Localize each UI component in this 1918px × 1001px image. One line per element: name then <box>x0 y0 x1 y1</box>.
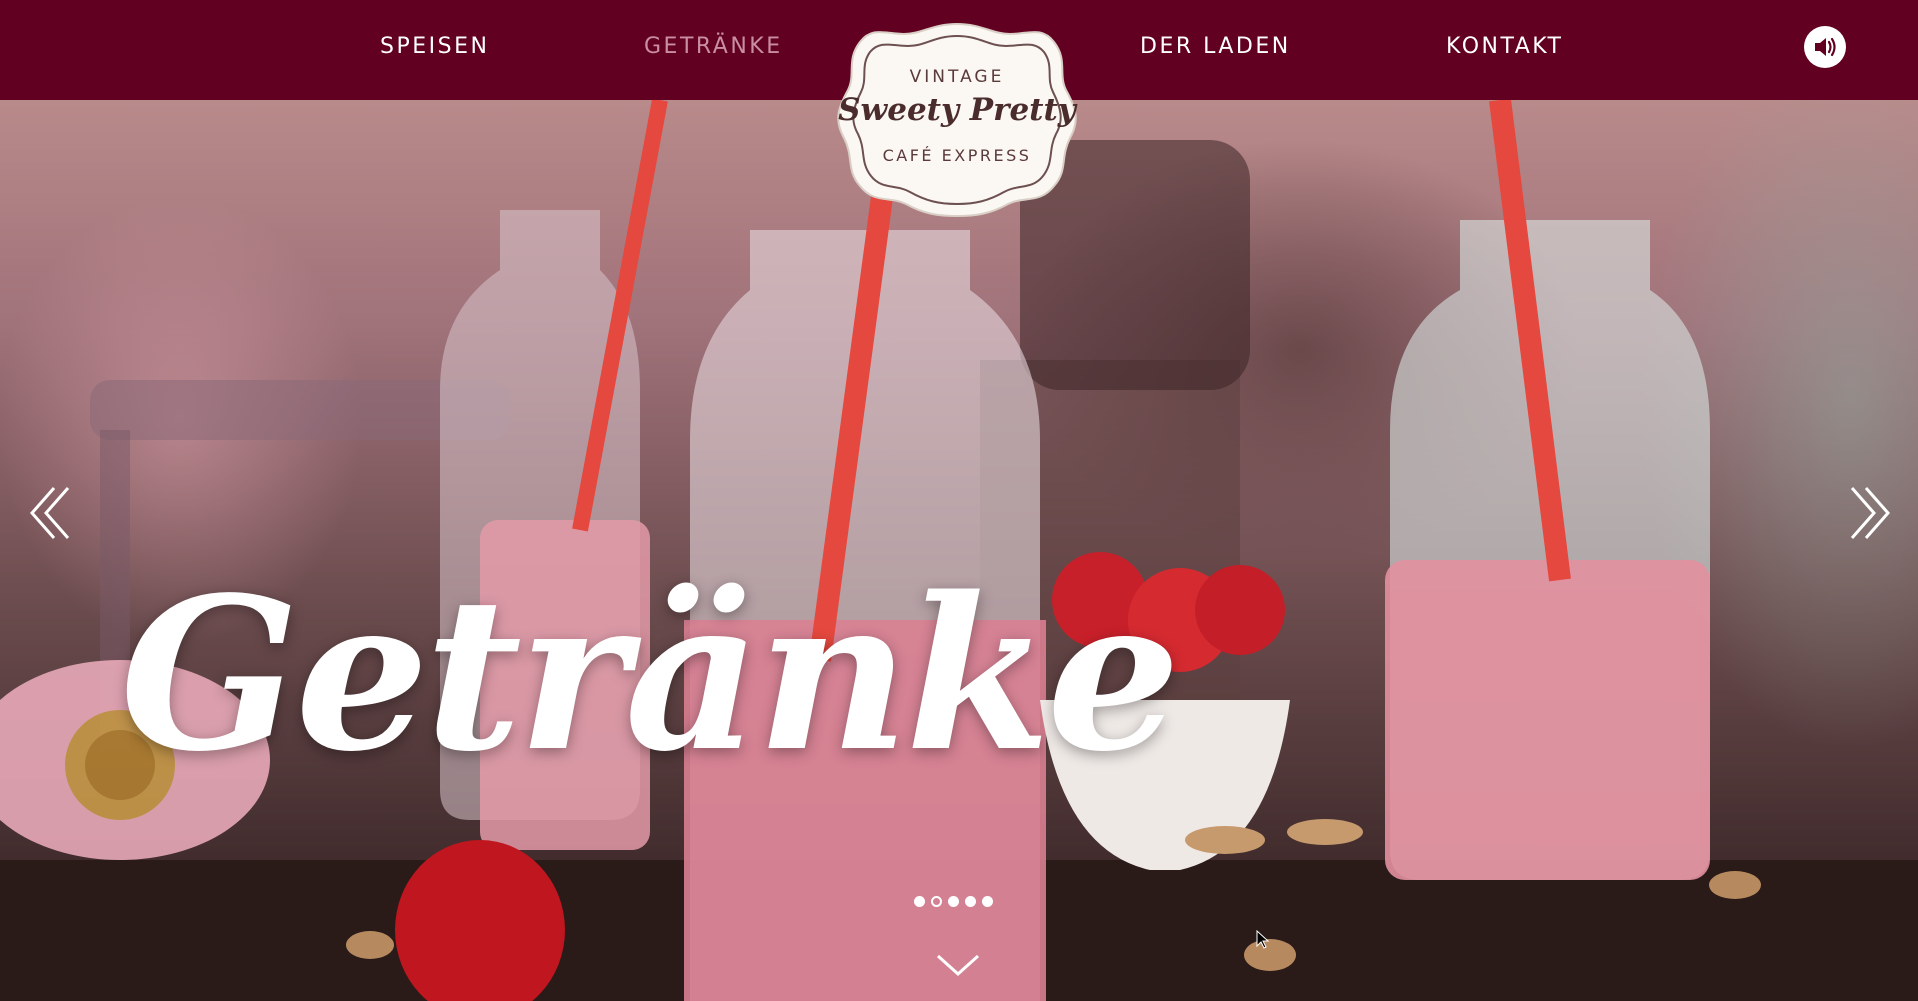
logo-cafe-express-text: CAFÉ EXPRESS <box>882 146 1032 165</box>
speaker-icon <box>1815 37 1836 57</box>
slider-dot-4[interactable] <box>965 896 976 907</box>
scroll-down-button[interactable] <box>932 950 984 980</box>
logo-brand-name: Sweety Pretty <box>838 92 1076 128</box>
site-logo[interactable]: VINTAGE Sweety Pretty CAFÉ EXPRESS <box>832 20 1082 220</box>
double-chevron-right-icon <box>1850 487 1890 539</box>
slider-pagination <box>914 896 993 910</box>
slider-dot-1[interactable] <box>914 896 925 907</box>
nav-item-kontakt[interactable]: KONTAKT <box>1446 32 1563 62</box>
slider-dot-5[interactable] <box>982 896 993 907</box>
nav-item-getraenke[interactable]: GETRÄNKE <box>644 32 783 62</box>
slider-dot-2[interactable] <box>931 896 942 907</box>
nav-item-speisen[interactable]: SPEISEN <box>380 32 489 62</box>
hero-slider: Getränke <box>0 100 1918 1001</box>
nav-item-der-laden[interactable]: DER LADEN <box>1140 32 1291 62</box>
slider-prev-button[interactable] <box>24 478 76 548</box>
chevron-down-icon <box>936 954 980 977</box>
hero-title: Getränke <box>120 551 1180 798</box>
sound-toggle-button[interactable] <box>1804 26 1846 68</box>
slider-dot-3[interactable] <box>948 896 959 907</box>
logo-vintage-text: VINTAGE <box>909 67 1005 87</box>
slider-next-button[interactable] <box>1844 478 1896 548</box>
double-chevron-left-icon <box>30 487 70 539</box>
mouse-cursor-icon <box>1256 930 1270 949</box>
